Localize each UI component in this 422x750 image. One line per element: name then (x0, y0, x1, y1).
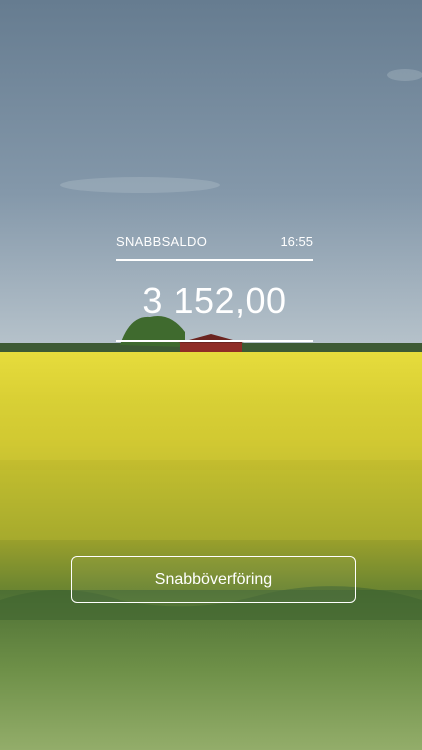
background-landscape-image (0, 0, 422, 750)
balance-time: 16:55 (280, 234, 313, 249)
amount-divider (116, 340, 313, 342)
quick-transfer-button[interactable]: Snabböverföring (71, 556, 356, 603)
quick-balance-screen: SNABBSALDO 16:55 3 152,00 Snabböverförin… (0, 0, 422, 750)
header-divider (116, 259, 313, 261)
balance-header: SNABBSALDO 16:55 (116, 230, 313, 254)
quick-balance-label: SNABBSALDO (116, 234, 208, 249)
quick-balance-panel: SNABBSALDO 16:55 3 152,00 (116, 230, 313, 345)
balance-amount: 3 152,00 (142, 280, 287, 321)
